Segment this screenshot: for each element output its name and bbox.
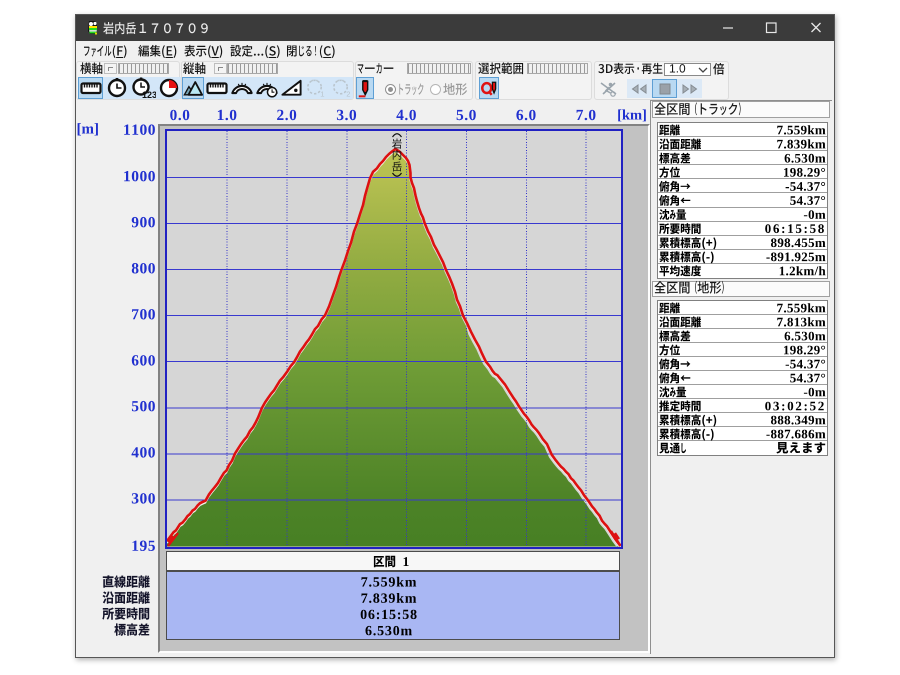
- svg-text:123: 123: [142, 90, 156, 99]
- svg-text:1: 1: [320, 90, 324, 99]
- svg-text:2: 2: [346, 90, 350, 99]
